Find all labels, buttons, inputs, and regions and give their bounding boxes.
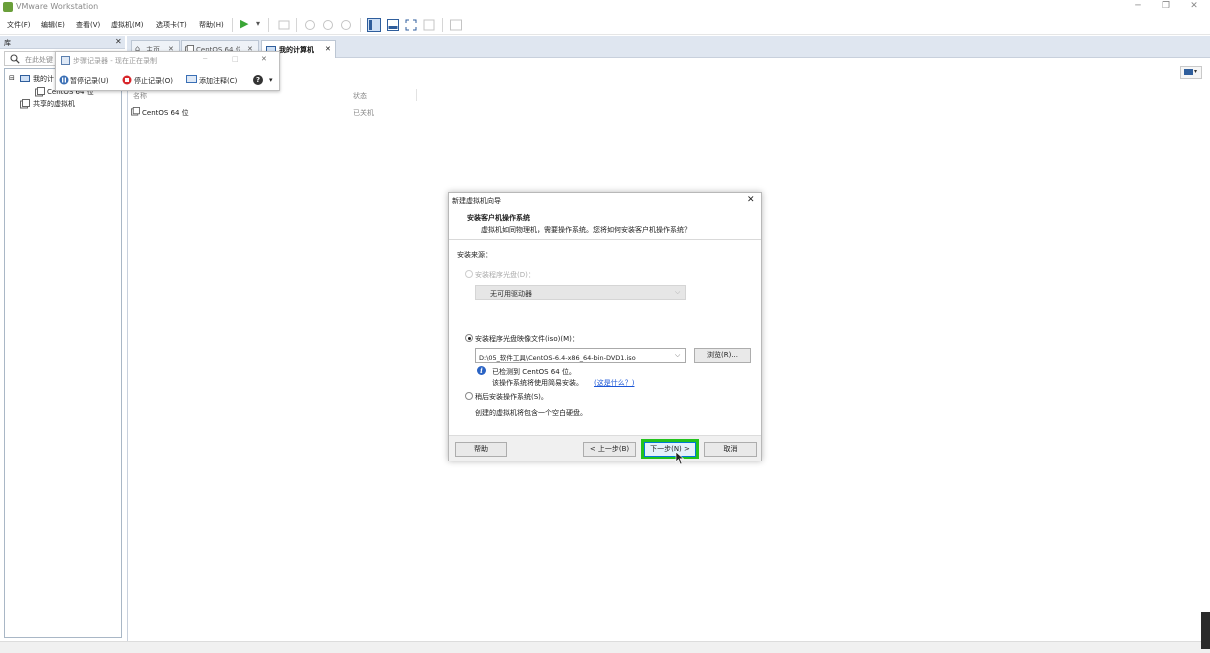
- stop-recording-button[interactable]: 停止记录(O): [134, 76, 173, 86]
- steps-recorder-window: 步骤记录器 - 现在正在录制 ─ □ ✕ 暂停记录(U) 停止记录(O) 添加注…: [55, 51, 280, 91]
- help-button[interactable]: 帮助: [455, 442, 507, 457]
- dialog-heading: 安装客户机操作系统: [467, 214, 530, 222]
- vmware-logo-icon: [3, 2, 13, 12]
- pause-recording-button[interactable]: 暂停记录(U): [70, 76, 109, 86]
- install-later-label: 稍后安装操作系统(S)。: [475, 393, 548, 401]
- view-options-dropdown-icon: ▾: [1194, 68, 1198, 75]
- vm-icon: [35, 87, 45, 97]
- library-title: 库: [4, 39, 11, 47]
- steps-recorder-title: 步骤记录器 - 现在正在录制: [73, 57, 157, 65]
- iso-path-arrow-icon: ⌵: [675, 351, 681, 359]
- add-comment-button[interactable]: 添加注释(C): [199, 76, 237, 86]
- row-status: 已关机: [353, 109, 374, 117]
- install-later-description: 创建的虚拟机将包含一个空白硬盘。: [475, 409, 587, 417]
- what-is-this-link[interactable]: (这是什么？): [594, 378, 634, 388]
- search-placeholder: 在此处键: [25, 56, 53, 64]
- browse-button[interactable]: 浏览(R)...: [694, 348, 751, 363]
- steps-minimize-button[interactable]: ─: [203, 55, 207, 63]
- toolbar-separator: [232, 18, 233, 32]
- side-scrollbar-widget[interactable]: [1201, 612, 1210, 649]
- library-header: [0, 36, 125, 49]
- toolbar-separator: [442, 18, 443, 32]
- steps-close-button[interactable]: ✕: [261, 55, 267, 63]
- iso-radio[interactable]: [465, 334, 473, 342]
- search-icon: [10, 54, 20, 64]
- install-source-label: 安装来源：: [457, 251, 492, 259]
- iso-path-value: D:\05_软件工具\CentOS-6.4-x86_64-bin-DVD1.is…: [479, 354, 636, 362]
- full-screen-icon[interactable]: [405, 19, 417, 31]
- help-dropdown-icon[interactable]: ▾: [269, 76, 273, 84]
- menu-view[interactable]: 查看(V): [76, 20, 100, 30]
- cancel-button[interactable]: 取消: [704, 442, 757, 457]
- disc-drive-value: 无可用驱动器: [490, 290, 532, 298]
- new-vm-wizard-dialog: 新建虚拟机向导 ✕ 安装客户机操作系统 虚拟机如同物理机，需要操作系统。您将如何…: [448, 192, 762, 461]
- title-bar: [0, 0, 1210, 14]
- install-later-radio[interactable]: [465, 392, 473, 400]
- header-divider: [449, 239, 761, 240]
- dialog-subheading: 虚拟机如同物理机，需要操作系统。您将如何安装客户机操作系统？: [481, 226, 691, 234]
- dialog-title: 新建虚拟机向导: [452, 197, 501, 205]
- status-bar: [0, 641, 1210, 653]
- row-name: CentOS 64 位: [142, 109, 189, 117]
- menu-tabs[interactable]: 选项卡(T): [156, 20, 187, 30]
- mouse-cursor-icon: [675, 451, 685, 465]
- library-tree: ⊟ 我的计 CentOS 64 位 共享的虚拟机: [4, 68, 122, 638]
- info-icon: i: [477, 366, 486, 375]
- help-icon[interactable]: ?: [253, 75, 263, 85]
- add-comment-icon: [186, 75, 197, 83]
- table-row[interactable]: CentOS 64 位 已关机: [129, 104, 429, 118]
- library-close-button[interactable]: ✕: [115, 37, 122, 46]
- vm-icon: [131, 107, 140, 116]
- send-ctrl-alt-del-icon[interactable]: [278, 19, 290, 31]
- detected-os-text: 已检测到 CentOS 64 位。: [492, 368, 576, 376]
- toolbar-separator: [360, 18, 361, 32]
- steps-maximize-button[interactable]: □: [232, 55, 239, 63]
- dialog-close-button[interactable]: ✕: [747, 195, 755, 205]
- snapshot-icon[interactable]: [304, 19, 316, 31]
- toolbar-separator: [296, 18, 297, 32]
- column-divider: [416, 89, 417, 101]
- iso-option-label: 安装程序光盘映像文件(iso)(M)：: [475, 335, 579, 343]
- disc-radio[interactable]: [465, 270, 473, 278]
- revert-snapshot-icon[interactable]: [322, 19, 334, 31]
- minimize-button[interactable]: ─: [1130, 1, 1146, 11]
- power-on-icon[interactable]: ▶: [240, 17, 248, 30]
- disc-drive-arrow-icon: ⌵: [675, 288, 681, 296]
- menu-bar: 文件(F) 编辑(E) 查看(V) 虚拟机(M) 选项卡(T) 帮助(H) ▶ …: [0, 15, 1210, 35]
- library-view-icon[interactable]: [367, 18, 381, 32]
- tab-my-computer-close[interactable]: ✕: [325, 45, 331, 53]
- window-title: VMware Workstation: [16, 2, 99, 11]
- display-icon: [1184, 69, 1193, 75]
- menu-edit[interactable]: 编辑(E): [41, 20, 65, 30]
- next-button[interactable]: 下一步(N) >: [644, 442, 696, 457]
- power-dropdown-icon[interactable]: ▾: [256, 19, 260, 28]
- disc-option-label: 安装程序光盘(D)：: [475, 271, 535, 279]
- easy-install-text: 该操作系统将使用简易安装。: [492, 379, 583, 387]
- unity-icon[interactable]: [423, 19, 435, 31]
- column-header-status[interactable]: 状态: [353, 91, 367, 101]
- view-options-button[interactable]: ▾: [1180, 66, 1202, 79]
- snapshot-manager-icon[interactable]: [340, 19, 352, 31]
- disc-drive-select[interactable]: 无可用驱动器 ⌵: [475, 285, 686, 300]
- menu-help[interactable]: 帮助(H): [199, 20, 224, 30]
- tree-collapse-icon[interactable]: ⊟: [9, 74, 15, 82]
- tree-item-shared[interactable]: 共享的虚拟机: [33, 99, 75, 109]
- close-button[interactable]: ✕: [1186, 1, 1202, 11]
- computer-icon: [20, 75, 30, 82]
- menu-file[interactable]: 文件(F): [7, 20, 31, 30]
- stop-icon: [122, 75, 132, 85]
- steps-recorder-icon: [61, 56, 70, 65]
- tab-my-computer-label: 我的计算机: [279, 46, 314, 54]
- shared-vm-icon: [20, 99, 30, 109]
- toolbar-separator: [268, 18, 269, 32]
- menu-vm[interactable]: 虚拟机(M): [111, 20, 144, 30]
- iso-path-input[interactable]: D:\05_软件工具\CentOS-6.4-x86_64-bin-DVD1.is…: [475, 348, 686, 363]
- column-header-name[interactable]: 名称: [133, 91, 147, 101]
- restore-button[interactable]: ❐: [1158, 1, 1174, 11]
- back-button[interactable]: < 上一步(B): [583, 442, 636, 457]
- console-view-icon[interactable]: [450, 19, 462, 31]
- tree-item-my-computer[interactable]: 我的计: [33, 74, 54, 84]
- thumbnail-bar-icon[interactable]: [387, 19, 399, 31]
- pause-icon: [59, 75, 69, 85]
